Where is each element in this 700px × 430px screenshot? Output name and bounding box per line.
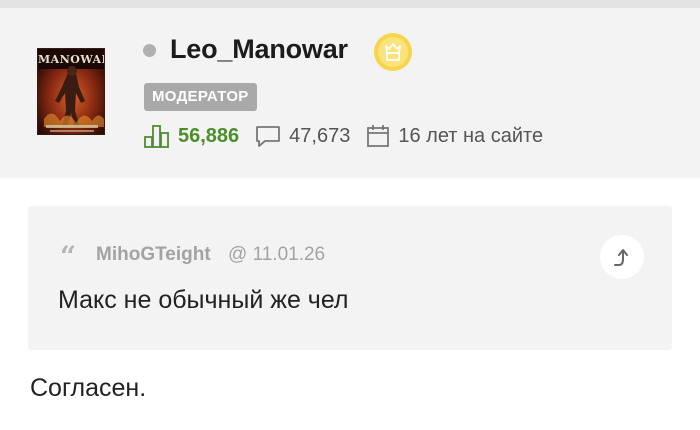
tenure-text: 16 лет на сайте [398, 124, 544, 147]
top-divider [0, 0, 700, 8]
rating-stat: 56,886 [144, 124, 239, 148]
username[interactable]: Leo_Manowar [170, 34, 348, 65]
tenure-stat: 16 лет на сайте [366, 124, 543, 148]
goto-quote-button[interactable] [600, 235, 644, 279]
avatar[interactable]: MANOWAR [37, 48, 105, 135]
quote-author[interactable]: MihoGTeight [96, 244, 211, 266]
quote-text: Макс не обычный же чел [58, 286, 349, 314]
rating-bars-icon [144, 125, 169, 148]
quote-mark-icon: “ [60, 240, 77, 273]
role-badge: МОДЕРАТОР [144, 83, 257, 111]
quote-date[interactable]: @ 11.01.26 [228, 244, 325, 266]
arrow-goto-icon [614, 249, 628, 266]
crown-award-icon[interactable] [373, 32, 413, 72]
comments-value: 47,673 [289, 124, 351, 147]
online-status-dot [143, 44, 156, 57]
quoted-comment: “ MihoGTeight @ 11.01.26 Макс не обычный… [28, 206, 672, 350]
profile-card: MANOWAR Leo_Manowar МОДЕРАТОР 56,886 47,… [0, 8, 700, 178]
calendar-icon [367, 125, 390, 147]
rating-value: 56,886 [178, 124, 240, 147]
comment-bubble-icon [256, 126, 281, 147]
reply-text: Согласен. [30, 374, 147, 402]
comments-stat: 47,673 [255, 124, 350, 148]
profile-stats: 56,886 47,673 16 лет на сайте [144, 123, 559, 149]
avatar-logo-text: MANOWAR [38, 53, 105, 66]
